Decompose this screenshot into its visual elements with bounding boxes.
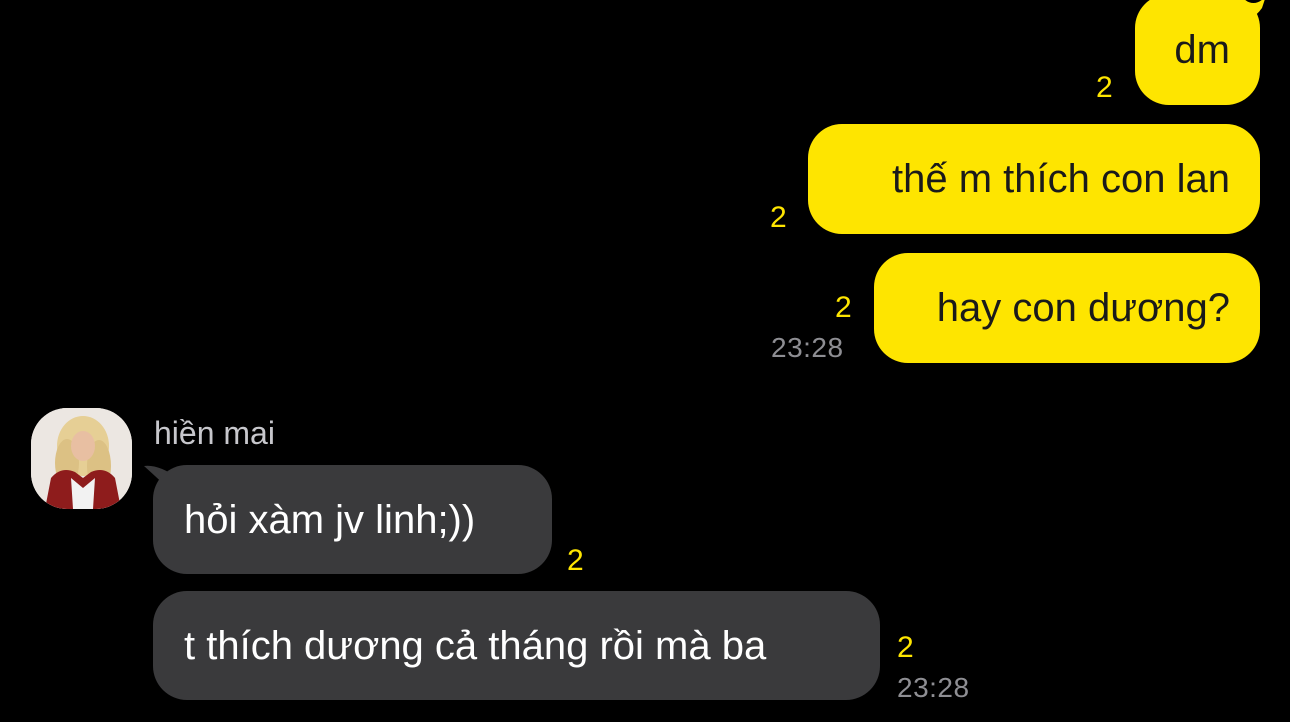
outgoing-message-bubble[interactable]: dm [1135, 0, 1260, 105]
outgoing-message-bubble[interactable]: thế m thích con lan [808, 124, 1260, 234]
unread-count: 2 [1096, 71, 1113, 104]
message-text: t thích dương cả tháng rồi mà ba [184, 623, 767, 668]
message-text: hỏi xàm jv linh;)) [184, 497, 476, 542]
message-text: thế m thích con lan [892, 157, 1230, 201]
outgoing-message-bubble[interactable]: hay con dương? [874, 253, 1260, 363]
incoming-message-bubble[interactable]: t thích dương cả tháng rồi mà ba [153, 591, 880, 700]
unread-count: 2 [770, 201, 787, 234]
message-text: dm [1174, 27, 1230, 72]
sender-avatar[interactable] [31, 408, 132, 509]
message-timestamp: 23:28 [897, 672, 970, 703]
unread-count: 2 [897, 631, 914, 664]
profile-photo-icon [31, 408, 132, 509]
unread-count: 2 [567, 544, 584, 577]
sender-name: hiền mai [154, 415, 275, 451]
incoming-message-bubble[interactable]: hỏi xàm jv linh;)) [153, 465, 552, 574]
message-text: hay con dương? [936, 286, 1230, 330]
unread-count: 2 [835, 291, 852, 324]
message-timestamp: 23:28 [771, 332, 844, 363]
